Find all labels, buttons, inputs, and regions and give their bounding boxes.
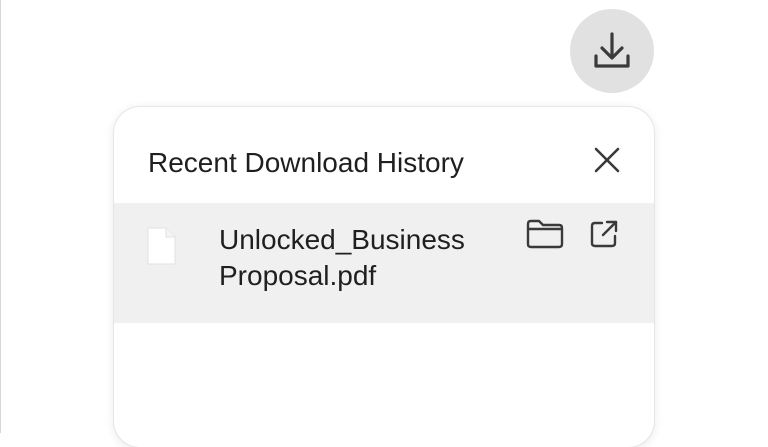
folder-icon bbox=[526, 219, 564, 254]
open-file-button[interactable] bbox=[586, 218, 622, 254]
download-history-panel: Recent Download History Unlocked_Busines… bbox=[114, 107, 654, 447]
downloads-button[interactable] bbox=[570, 9, 654, 93]
file-icon bbox=[146, 227, 176, 265]
show-in-folder-button[interactable] bbox=[524, 219, 566, 253]
open-external-icon bbox=[589, 219, 619, 254]
download-icon bbox=[587, 26, 637, 76]
panel-title: Recent Download History bbox=[148, 147, 464, 178]
download-list-item[interactable]: Unlocked_Business Proposal.pdf bbox=[114, 203, 654, 323]
file-name[interactable]: Unlocked_Business Proposal.pdf bbox=[219, 222, 509, 294]
window-edge bbox=[0, 0, 1, 433]
panel-header: Recent Download History bbox=[114, 107, 654, 203]
close-icon bbox=[593, 146, 621, 179]
close-button[interactable] bbox=[588, 143, 626, 181]
